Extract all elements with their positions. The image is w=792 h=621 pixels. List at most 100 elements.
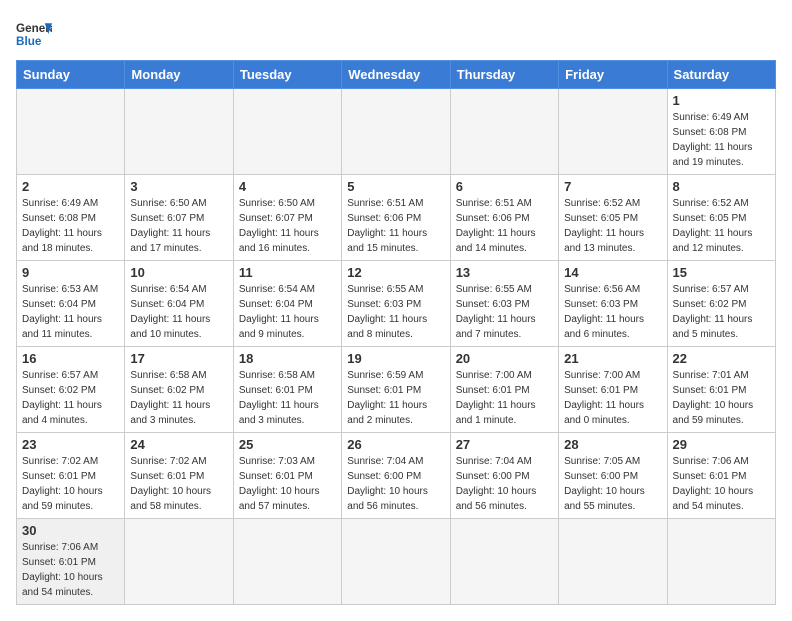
day-info: Sunrise: 6:54 AMSunset: 6:04 PMDaylight:… [130,282,227,342]
calendar-cell: 12 Sunrise: 6:55 AMSunset: 6:03 PMDayligh… [342,261,450,347]
calendar-cell: 25 Sunrise: 7:03 AMSunset: 6:01 PMDayligh… [233,433,341,519]
day-info: Sunrise: 6:55 AMSunset: 6:03 PMDaylight:… [456,282,553,342]
calendar-cell: 15 Sunrise: 6:57 AMSunset: 6:02 PMDayligh… [667,261,775,347]
weekday-header: Wednesday [342,61,450,89]
day-info: Sunrise: 6:51 AMSunset: 6:06 PMDaylight:… [456,196,553,256]
calendar-cell: 19 Sunrise: 6:59 AMSunset: 6:01 PMDayligh… [342,347,450,433]
calendar-cell: 10 Sunrise: 6:54 AMSunset: 6:04 PMDayligh… [125,261,233,347]
calendar-cell [17,89,125,175]
calendar-cell: 1 Sunrise: 6:49 AMSunset: 6:08 PMDaylight… [667,89,775,175]
day-number: 11 [239,265,336,280]
calendar-cell [450,519,558,605]
day-number: 19 [347,351,444,366]
calendar-cell [667,519,775,605]
calendar-cell [125,519,233,605]
day-info: Sunrise: 7:03 AMSunset: 6:01 PMDaylight:… [239,454,336,514]
calendar-cell: 8Sunrise: 6:52 AMSunset: 6:05 PMDaylight… [667,175,775,261]
weekday-header: Tuesday [233,61,341,89]
calendar-week-row: 9Sunrise: 6:53 AMSunset: 6:04 PMDaylight… [17,261,776,347]
calendar-cell [559,89,667,175]
day-number: 25 [239,437,336,452]
calendar-cell: 6 Sunrise: 6:51 AMSunset: 6:06 PMDaylight… [450,175,558,261]
weekday-header: Monday [125,61,233,89]
calendar-cell: 23 Sunrise: 7:02 AMSunset: 6:01 PMDayligh… [17,433,125,519]
day-info: Sunrise: 6:50 AMSunset: 6:07 PMDaylight:… [239,196,336,256]
day-info: Sunrise: 7:00 AMSunset: 6:01 PMDaylight:… [564,368,661,428]
day-info: Sunrise: 7:06 AMSunset: 6:01 PMDaylight:… [673,454,770,514]
calendar-cell: 20 Sunrise: 7:00 AMSunset: 6:01 PMDayligh… [450,347,558,433]
day-number: 2 [22,179,119,194]
day-number: 29 [673,437,770,452]
day-info: Sunrise: 6:54 AMSunset: 6:04 PMDaylight:… [239,282,336,342]
weekday-header-row: SundayMondayTuesdayWednesdayThursdayFrid… [17,61,776,89]
calendar-cell [559,519,667,605]
calendar-cell: 13 Sunrise: 6:55 AMSunset: 6:03 PMDayligh… [450,261,558,347]
day-number: 16 [22,351,119,366]
day-number: 15 [673,265,770,280]
logo-icon: General Blue [16,16,52,52]
day-info: Sunrise: 6:56 AMSunset: 6:03 PMDaylight:… [564,282,661,342]
calendar-week-row: 2 Sunrise: 6:49 AMSunset: 6:08 PMDaylight… [17,175,776,261]
calendar-cell: 28Sunrise: 7:05 AMSunset: 6:00 PMDayligh… [559,433,667,519]
weekday-header: Saturday [667,61,775,89]
calendar-cell: 26 Sunrise: 7:04 AMSunset: 6:00 PMDayligh… [342,433,450,519]
day-number: 14 [564,265,661,280]
calendar-cell [233,89,341,175]
calendar-cell: 11 Sunrise: 6:54 AMSunset: 6:04 PMDayligh… [233,261,341,347]
day-info: Sunrise: 7:06 AMSunset: 6:01 PMDaylight:… [22,540,119,600]
calendar-table: SundayMondayTuesdayWednesdayThursdayFrid… [16,60,776,605]
day-info: Sunrise: 6:55 AMSunset: 6:03 PMDaylight:… [347,282,444,342]
day-number: 1 [673,93,770,108]
day-number: 20 [456,351,553,366]
day-number: 6 [456,179,553,194]
calendar-cell [233,519,341,605]
day-number: 7 [564,179,661,194]
calendar-cell: 16 Sunrise: 6:57 AMSunset: 6:02 PMDayligh… [17,347,125,433]
day-info: Sunrise: 6:50 AMSunset: 6:07 PMDaylight:… [130,196,227,256]
calendar-cell: 21 Sunrise: 7:00 AMSunset: 6:01 PMDayligh… [559,347,667,433]
calendar-cell: 3 Sunrise: 6:50 AMSunset: 6:07 PMDaylight… [125,175,233,261]
day-info: Sunrise: 7:00 AMSunset: 6:01 PMDaylight:… [456,368,553,428]
day-info: Sunrise: 6:49 AMSunset: 6:08 PMDaylight:… [673,110,770,170]
day-info: Sunrise: 6:57 AMSunset: 6:02 PMDaylight:… [22,368,119,428]
day-info: Sunrise: 6:52 AMSunset: 6:05 PMDaylight:… [564,196,661,256]
day-info: Sunrise: 6:51 AMSunset: 6:06 PMDaylight:… [347,196,444,256]
day-number: 27 [456,437,553,452]
day-info: Sunrise: 6:59 AMSunset: 6:01 PMDaylight:… [347,368,444,428]
logo: General Blue [16,16,52,52]
day-number: 23 [22,437,119,452]
day-info: Sunrise: 7:04 AMSunset: 6:00 PMDaylight:… [347,454,444,514]
weekday-header: Friday [559,61,667,89]
calendar-cell [125,89,233,175]
day-number: 24 [130,437,227,452]
calendar-cell: 22Sunrise: 7:01 AMSunset: 6:01 PMDayligh… [667,347,775,433]
calendar-cell: 7 Sunrise: 6:52 AMSunset: 6:05 PMDaylight… [559,175,667,261]
day-number: 3 [130,179,227,194]
calendar-cell: 29 Sunrise: 7:06 AMSunset: 6:01 PMDayligh… [667,433,775,519]
day-info: Sunrise: 6:57 AMSunset: 6:02 PMDaylight:… [673,282,770,342]
day-number: 12 [347,265,444,280]
calendar-cell: 30Sunrise: 7:06 AMSunset: 6:01 PMDayligh… [17,519,125,605]
calendar-cell: 2 Sunrise: 6:49 AMSunset: 6:08 PMDaylight… [17,175,125,261]
page-header: General Blue [16,16,776,52]
day-info: Sunrise: 6:52 AMSunset: 6:05 PMDaylight:… [673,196,770,256]
day-number: 10 [130,265,227,280]
calendar-week-row: 16 Sunrise: 6:57 AMSunset: 6:02 PMDayligh… [17,347,776,433]
day-number: 13 [456,265,553,280]
calendar-week-row: 23 Sunrise: 7:02 AMSunset: 6:01 PMDayligh… [17,433,776,519]
day-number: 26 [347,437,444,452]
calendar-cell [342,89,450,175]
day-number: 5 [347,179,444,194]
day-info: Sunrise: 7:02 AMSunset: 6:01 PMDaylight:… [22,454,119,514]
calendar-cell: 27Sunrise: 7:04 AMSunset: 6:00 PMDayligh… [450,433,558,519]
day-number: 9 [22,265,119,280]
day-number: 4 [239,179,336,194]
calendar-week-row: 1 Sunrise: 6:49 AMSunset: 6:08 PMDaylight… [17,89,776,175]
calendar-cell: 9Sunrise: 6:53 AMSunset: 6:04 PMDaylight… [17,261,125,347]
day-number: 18 [239,351,336,366]
calendar-cell: 24Sunrise: 7:02 AMSunset: 6:01 PMDayligh… [125,433,233,519]
day-number: 21 [564,351,661,366]
day-number: 28 [564,437,661,452]
weekday-header: Sunday [17,61,125,89]
day-info: Sunrise: 6:49 AMSunset: 6:08 PMDaylight:… [22,196,119,256]
